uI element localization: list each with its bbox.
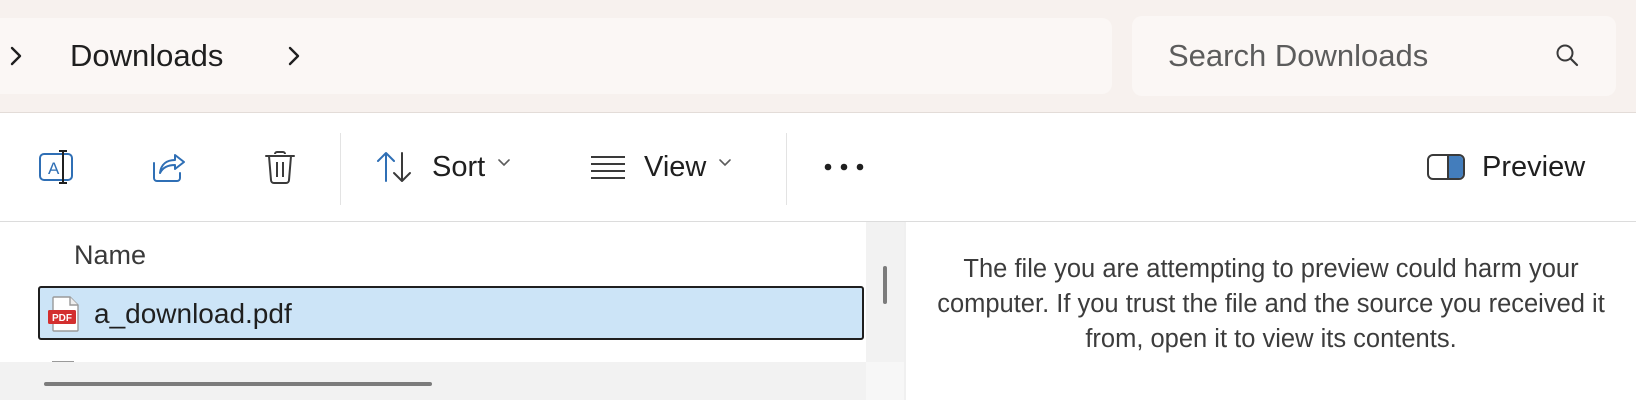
content-area: Name PDF a_download.pdf The file you are… bbox=[0, 222, 1636, 400]
file-explorer-window: Downloads Search Downloads A Sort View P… bbox=[0, 0, 1636, 400]
preview-pane-button[interactable]: Preview bbox=[1426, 113, 1616, 221]
breadcrumb-chevron-icon[interactable] bbox=[2, 18, 30, 94]
rename-icon: A bbox=[39, 150, 73, 184]
column-header-name[interactable]: Name bbox=[74, 240, 146, 271]
preview-label: Preview bbox=[1482, 150, 1586, 183]
command-separator bbox=[340, 133, 341, 205]
search-input[interactable]: Search Downloads bbox=[1168, 16, 1428, 96]
horizontal-scrollbar[interactable] bbox=[0, 362, 866, 400]
preview-pane-icon bbox=[1427, 154, 1465, 180]
svg-text:PDF: PDF bbox=[52, 313, 72, 324]
breadcrumb[interactable]: Downloads bbox=[0, 18, 1112, 94]
search-box[interactable]: Search Downloads bbox=[1132, 16, 1616, 96]
breadcrumb-chevron-icon[interactable] bbox=[280, 18, 308, 94]
rename-button[interactable]: A bbox=[30, 113, 82, 221]
preview-pane: The file you are attempting to preview c… bbox=[906, 222, 1636, 400]
scrollbar-corner bbox=[866, 362, 904, 400]
command-bar: A Sort View Preview bbox=[0, 113, 1636, 222]
vertical-scroll-thumb[interactable] bbox=[883, 266, 887, 304]
chevron-down-icon bbox=[719, 159, 732, 167]
delete-button[interactable] bbox=[254, 113, 306, 221]
address-bar-row: Downloads Search Downloads bbox=[0, 0, 1636, 113]
file-list-pane: Name PDF a_download.pdf bbox=[0, 222, 904, 400]
sort-icon bbox=[377, 152, 411, 182]
file-name: a_download.pdf bbox=[94, 298, 292, 329]
file-row-selected[interactable]: PDF a_download.pdf bbox=[38, 286, 864, 340]
pdf-file-icon: PDF bbox=[48, 296, 79, 332]
sort-button[interactable]: Sort bbox=[374, 113, 524, 221]
sort-label: Sort bbox=[432, 150, 486, 183]
view-list-icon bbox=[591, 156, 625, 179]
breadcrumb-item-downloads[interactable]: Downloads bbox=[70, 18, 223, 94]
chevron-down-icon bbox=[498, 159, 510, 167]
view-button[interactable]: View bbox=[588, 113, 748, 221]
vertical-scrollbar[interactable] bbox=[866, 222, 904, 362]
share-icon bbox=[153, 154, 185, 182]
search-icon[interactable] bbox=[1554, 42, 1582, 70]
trash-icon bbox=[265, 151, 295, 184]
horizontal-scroll-thumb[interactable] bbox=[44, 382, 432, 386]
preview-warning-message: The file you are attempting to preview c… bbox=[937, 255, 1605, 353]
see-more-button[interactable] bbox=[814, 113, 874, 221]
command-separator bbox=[786, 133, 787, 205]
svg-text:A: A bbox=[48, 159, 60, 178]
view-label: View bbox=[644, 150, 707, 183]
share-button[interactable] bbox=[142, 113, 194, 221]
ellipsis-icon bbox=[824, 163, 864, 171]
